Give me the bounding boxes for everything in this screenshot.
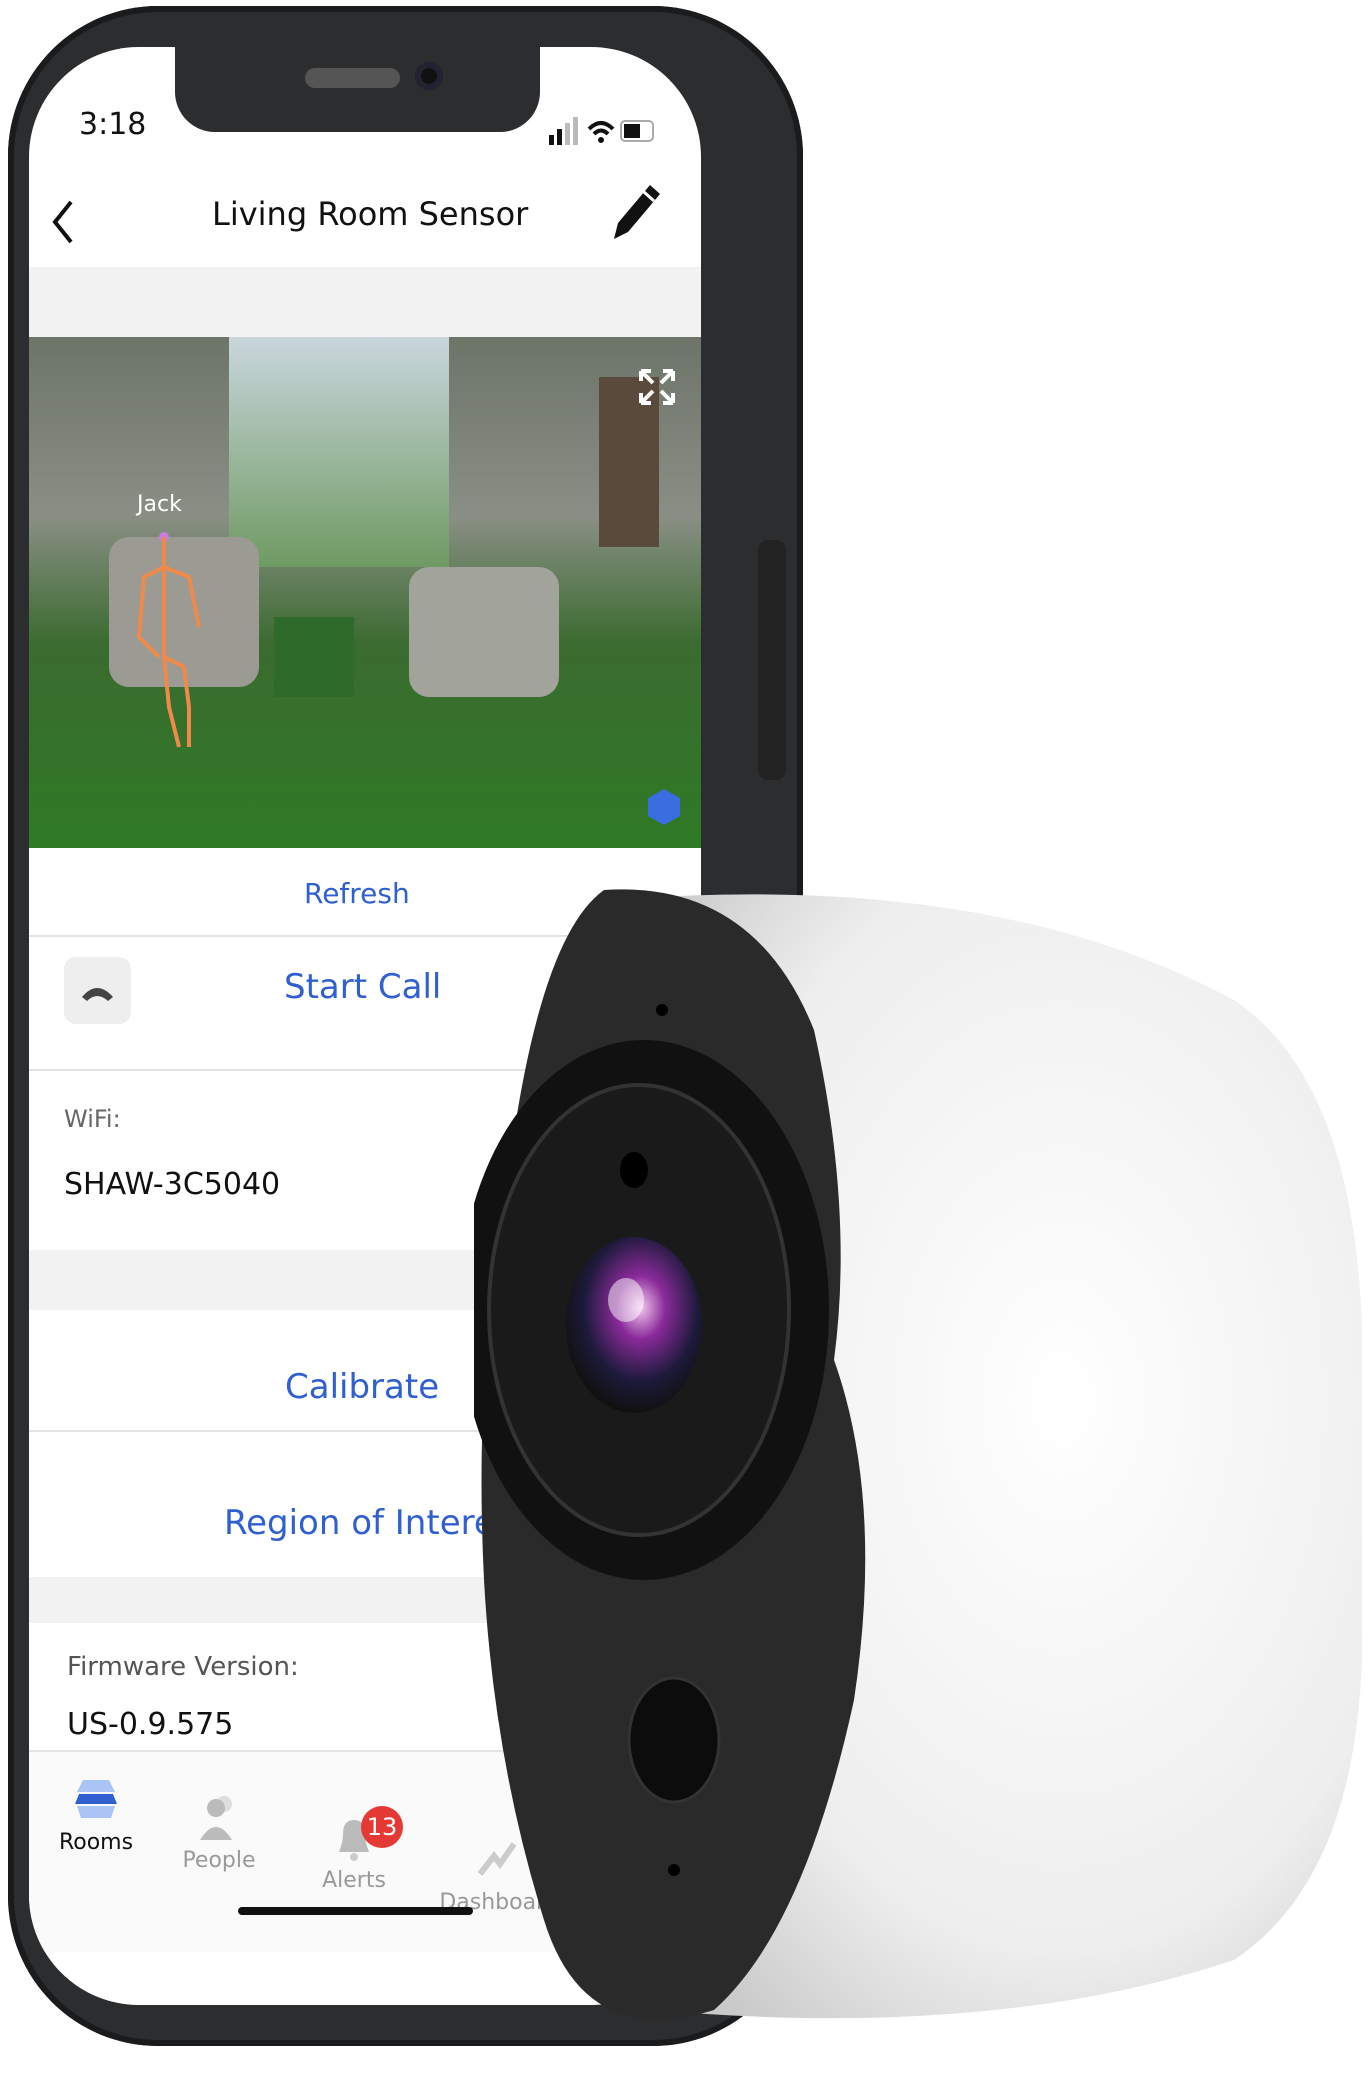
refresh-button[interactable]: Refresh: [304, 877, 410, 910]
security-camera-device: [474, 889, 1362, 2020]
call-icon-box[interactable]: [64, 957, 131, 1024]
firmware-label: Firmware Version:: [67, 1652, 299, 1682]
speaker-grille: [305, 68, 400, 88]
phone-hangup-icon: [82, 988, 113, 1001]
tab-rooms[interactable]: Rooms: [41, 1774, 151, 1855]
sofa-right: [409, 567, 559, 697]
tab-people[interactable]: People: [164, 1792, 274, 1873]
hexagon-logo-icon: [648, 789, 680, 825]
wifi-value: SHAW-3C5040: [64, 1167, 281, 1202]
expand-icon[interactable]: [637, 367, 677, 407]
tab-alerts[interactable]: Alerts 13: [299, 1806, 409, 1893]
page-title: Living Room Sensor: [212, 195, 529, 233]
alerts-badge: 13: [361, 1806, 403, 1848]
calibrate-button[interactable]: Calibrate: [285, 1367, 439, 1407]
people-icon: [200, 1796, 232, 1840]
signal-icon: [549, 117, 654, 145]
tab-label: People: [182, 1848, 256, 1873]
coffee-table: [274, 617, 354, 697]
status-time: 3:18: [79, 107, 147, 142]
pose-skeleton: [136, 532, 201, 748]
firmware-value: US-0.9.575: [67, 1707, 234, 1742]
home-indicator[interactable]: [238, 1907, 473, 1915]
start-call-button[interactable]: Start Call: [284, 967, 441, 1007]
pencil-icon[interactable]: [604, 177, 664, 247]
window-area: [229, 337, 449, 567]
wifi-label: WiFi:: [64, 1105, 121, 1133]
camera-feed[interactable]: Jack: [29, 337, 701, 848]
front-camera: [415, 62, 443, 90]
layers-icon: [75, 1780, 117, 1818]
tab-label: Alerts: [322, 1868, 386, 1893]
side-button: [758, 540, 786, 780]
person-label: Jack: [137, 492, 182, 517]
header-gap: [29, 267, 701, 337]
back-chevron-icon[interactable]: [49, 197, 79, 247]
tab-label: Rooms: [58, 1830, 134, 1855]
